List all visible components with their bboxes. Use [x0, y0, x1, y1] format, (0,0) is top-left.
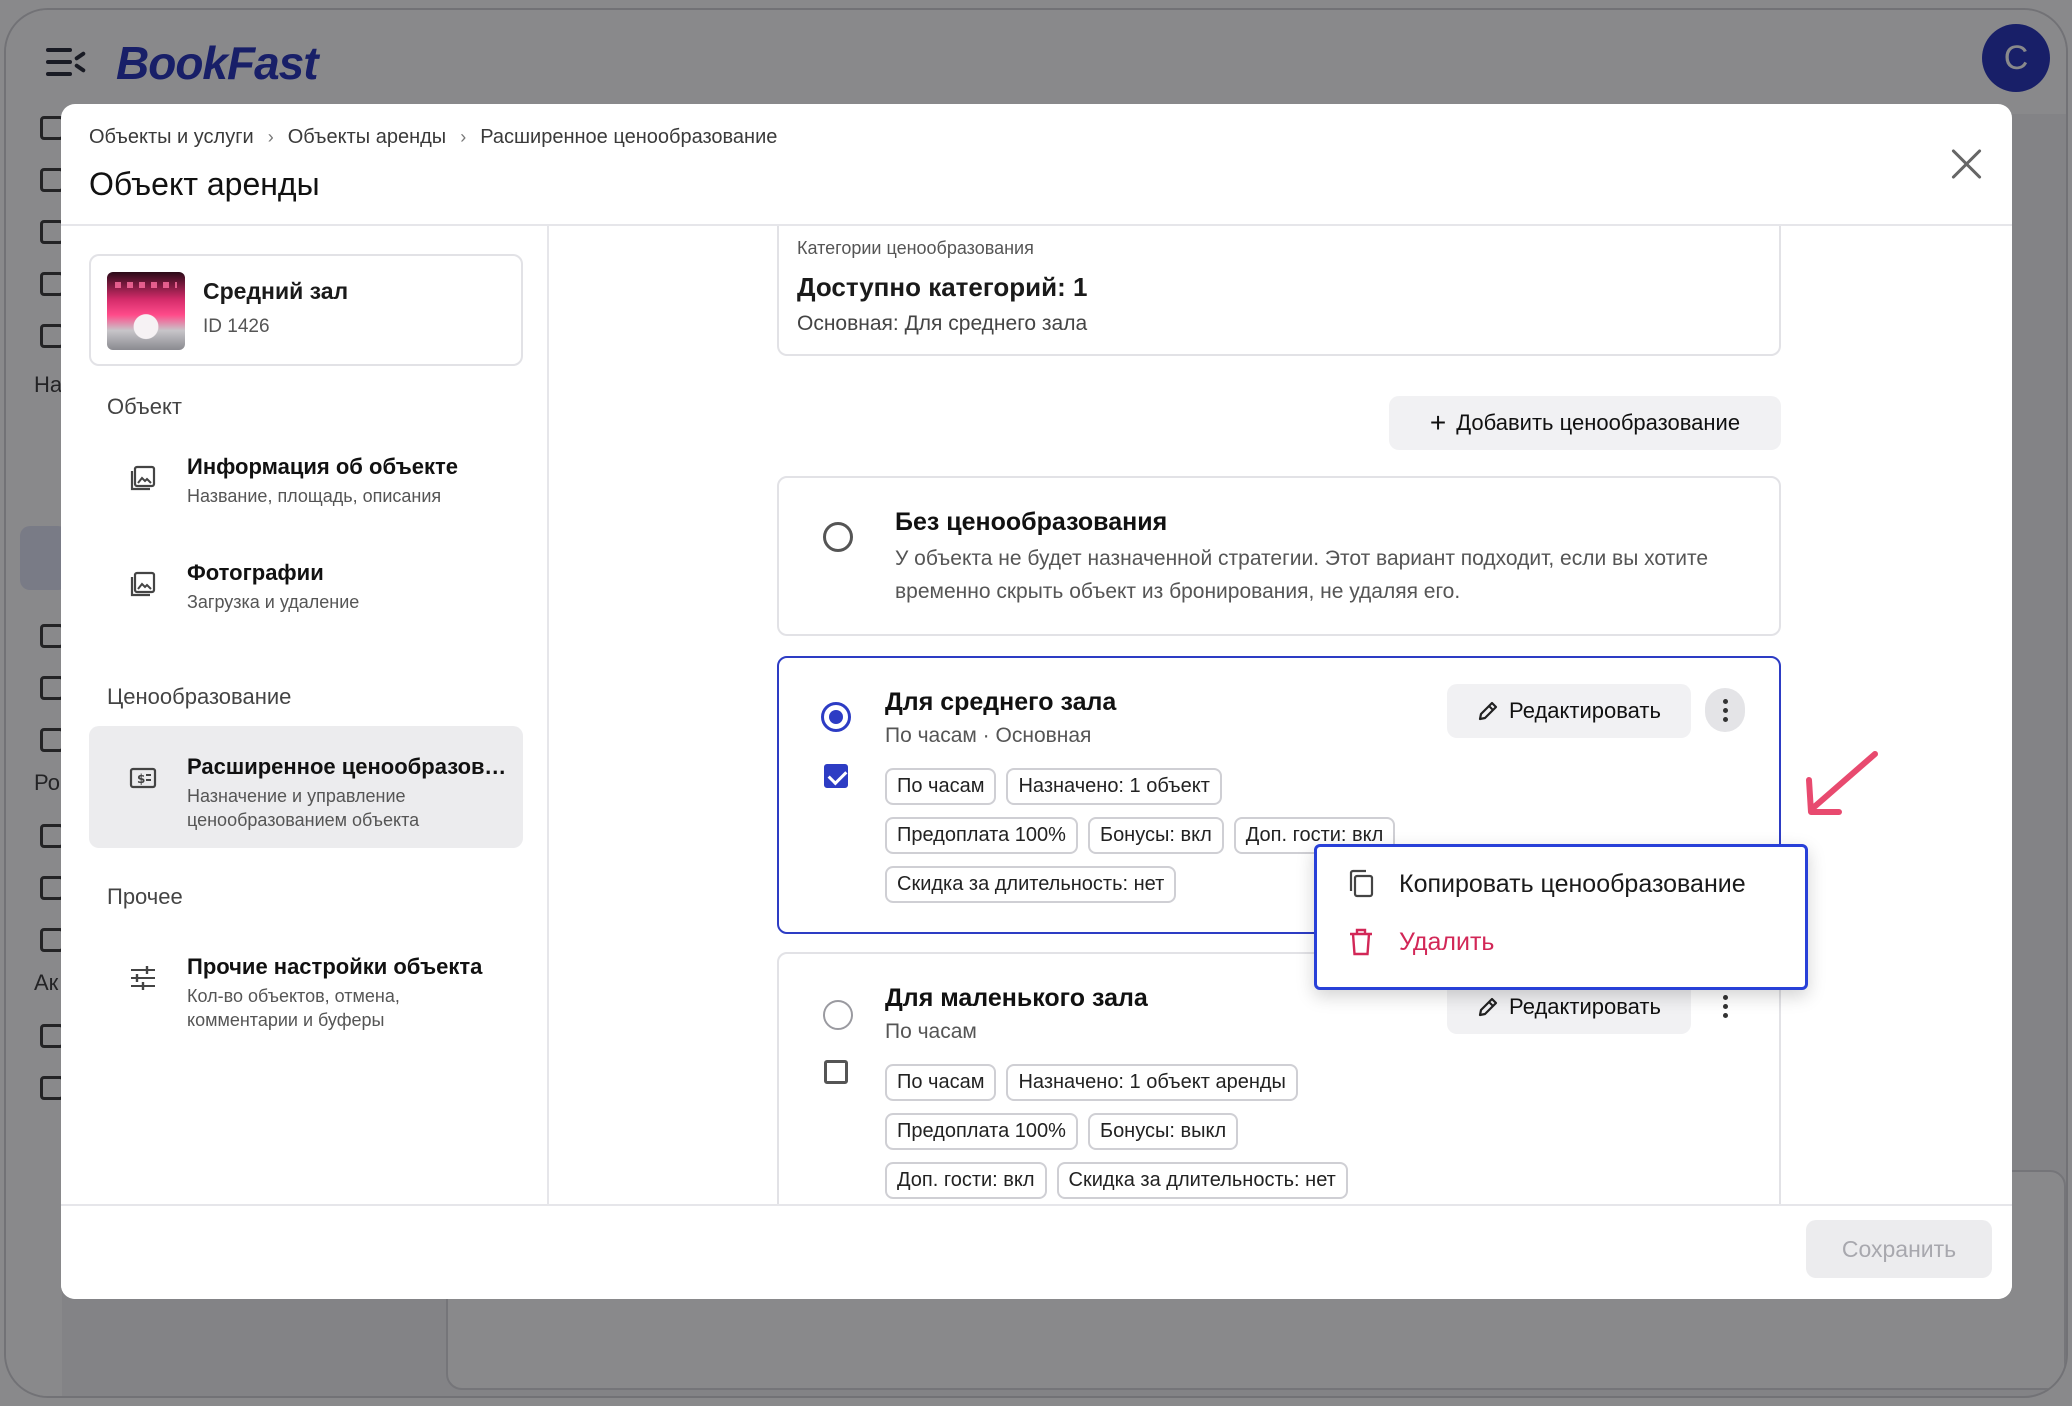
pricing-chip: Предоплата 100%	[885, 817, 1078, 854]
edit-button[interactable]: Редактировать	[1447, 684, 1691, 738]
more-options-icon[interactable]	[1705, 688, 1745, 732]
menu-item-copy-label: Копировать ценообразование	[1399, 869, 1746, 898]
sidebar-item-title: Расширенное ценообразование	[187, 754, 507, 779]
pricing-subtitle: По часам · Основная	[885, 724, 1092, 747]
price-tag-icon: $	[129, 767, 157, 789]
pricing-chip: Скидка за длительность: нет	[1056, 1162, 1348, 1199]
no-pricing-radio[interactable]	[823, 522, 853, 552]
pricing-chip: Назначено: 1 объект аренды	[1006, 1064, 1298, 1101]
rental-object-modal: Объекты и услуги › Объекты аренды › Расш…	[61, 104, 2012, 1299]
object-card: Средний зал ID 1426	[89, 254, 523, 366]
pricing-chip: Доп. гости: вкл	[885, 1162, 1047, 1199]
sidebar-item-subtitle: Название, площадь, описания	[187, 486, 442, 506]
object-thumbnail	[107, 272, 185, 350]
pricing-subtitle: По часам	[885, 1020, 977, 1043]
categories-label: Категории ценообразования	[797, 238, 1034, 258]
pricing-chip: Скидка за длительность: нет	[885, 866, 1177, 903]
sidebar-item-photos[interactable]: Фотографии Загрузка и удаление	[89, 532, 523, 654]
svg-text:$: $	[137, 772, 145, 786]
sidebar-item-subtitle: Кол-во объектов, отмена, комментарии и б…	[187, 986, 400, 1030]
sidebar-item-info[interactable]: Информация об объекте Название, площадь,…	[89, 426, 523, 548]
pricing-radio[interactable]	[823, 1000, 853, 1030]
chevron-right-icon: ›	[267, 127, 274, 147]
object-id: ID 1426	[203, 316, 270, 337]
categories-count: Доступно категорий: 1	[797, 272, 1088, 302]
no-pricing-title: Без ценообразования	[895, 508, 1168, 536]
no-pricing-card[interactable]: Без ценообразования У объекта не будет н…	[777, 476, 1781, 636]
image-icon	[130, 571, 156, 597]
breadcrumb-item-current: Расширенное ценообразование	[480, 126, 778, 148]
image-icon	[130, 465, 156, 491]
section-label-object: Объект	[107, 394, 182, 419]
modal-header: Объекты и услуги › Объекты аренды › Расш…	[61, 104, 2012, 226]
close-icon[interactable]	[1950, 148, 1982, 180]
pricing-chip: Предоплата 100%	[885, 1113, 1078, 1150]
pricing-chips: По часам Назначено: 1 объект аренды Пред…	[885, 1064, 1405, 1199]
save-button[interactable]: Сохранить	[1806, 1220, 1992, 1278]
pricing-checkbox[interactable]	[824, 764, 848, 788]
pricing-options-menu: Копировать ценообразование Удалить	[1314, 844, 1808, 990]
plus-icon: +	[1429, 407, 1447, 438]
pricing-title: Для среднего зала	[885, 688, 1117, 716]
edit-label: Редактировать	[1509, 698, 1661, 723]
pencil-icon	[1478, 701, 1498, 721]
pricing-chip: Назначено: 1 объект	[1006, 768, 1222, 805]
pricing-radio[interactable]	[821, 702, 851, 732]
pricing-checkbox[interactable]	[824, 1060, 848, 1084]
pricing-chip: По часам	[885, 1064, 997, 1101]
chevron-right-icon: ›	[460, 127, 467, 147]
pricing-chip: По часам	[885, 768, 997, 805]
modal-sidebar: Средний зал ID 1426 Объект Информация об…	[61, 226, 549, 1204]
sidebar-item-title: Прочие настройки объекта	[187, 954, 483, 979]
sidebar-item-title: Фотографии	[187, 560, 324, 585]
add-pricing-label: Добавить ценообразование	[1456, 410, 1741, 435]
breadcrumb-item[interactable]: Объекты аренды	[288, 126, 447, 149]
sliders-icon	[131, 966, 155, 990]
sidebar-item-subtitle: Загрузка и удаление	[187, 592, 360, 612]
pricing-chip: Бонусы: вкл	[1087, 817, 1224, 854]
section-label-pricing: Ценообразование	[107, 684, 292, 709]
breadcrumb-item[interactable]: Объекты и услуги	[89, 126, 254, 149]
menu-item-delete-label: Удалить	[1399, 927, 1495, 956]
edit-label: Редактировать	[1509, 994, 1661, 1019]
sidebar-item-advanced-pricing[interactable]: $ Расширенное ценообразование Назначение…	[89, 726, 523, 848]
modal-footer: Сохранить	[61, 1204, 2012, 1299]
sidebar-item-title: Информация об объекте	[187, 454, 459, 479]
menu-item-delete[interactable]: Удалить	[1347, 927, 1494, 957]
categories-summary: Категории ценообразования Доступно катег…	[777, 226, 1781, 356]
categories-main: Основная: Для среднего зала	[797, 312, 1088, 335]
pricing-content: Категории ценообразования Доступно катег…	[551, 226, 2012, 1204]
sidebar-item-other-settings[interactable]: Прочие настройки объекта Кол-во объектов…	[89, 926, 523, 1048]
sidebar-item-subtitle: Назначение и управление ценообразованием…	[187, 786, 420, 830]
object-name: Средний зал	[203, 278, 349, 304]
pencil-icon	[1478, 997, 1498, 1017]
menu-item-copy[interactable]: Копировать ценообразование	[1347, 869, 1746, 899]
section-label-other: Прочее	[107, 884, 183, 909]
pricing-chip: Бонусы: выкл	[1087, 1113, 1239, 1150]
add-pricing-button[interactable]: + Добавить ценообразование	[1389, 396, 1781, 450]
trash-icon	[1350, 928, 1372, 956]
pricing-title: Для маленького зала	[885, 984, 1148, 1012]
more-options-icon[interactable]	[1705, 984, 1745, 1028]
modal-title: Объект аренды	[89, 166, 320, 202]
no-pricing-description: У объекта не будет назначенной стратегии…	[895, 547, 1709, 603]
annotation-arrow-icon	[1806, 751, 1878, 815]
copy-icon	[1349, 869, 1374, 898]
breadcrumb: Объекты и услуги › Объекты аренды › Расш…	[89, 126, 777, 149]
